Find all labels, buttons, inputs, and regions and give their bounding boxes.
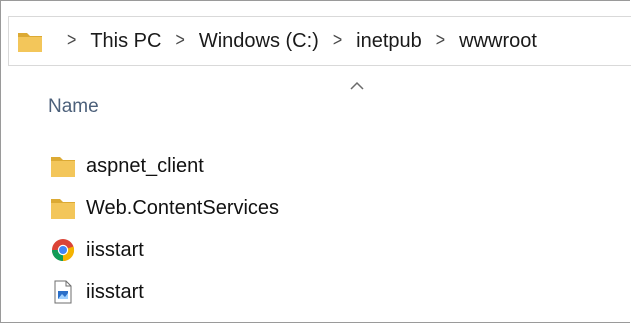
breadcrumb-windows-c[interactable]: Windows (C:) bbox=[199, 30, 319, 53]
list-item[interactable]: iisstart bbox=[50, 229, 279, 271]
file-name: aspnet_client bbox=[86, 154, 204, 177]
chrome-html-icon bbox=[51, 239, 75, 262]
chevron-right-icon[interactable]: > bbox=[67, 30, 76, 52]
file-name: iisstart bbox=[86, 238, 144, 261]
breadcrumb-this-pc[interactable]: This PC bbox=[90, 30, 161, 53]
chevron-right-icon[interactable]: > bbox=[333, 30, 342, 52]
breadcrumb-wwwroot[interactable]: wwwroot bbox=[459, 30, 537, 53]
image-file-icon bbox=[54, 280, 72, 304]
chevron-right-icon[interactable]: > bbox=[436, 30, 445, 52]
folder-icon bbox=[51, 199, 75, 219]
address-bar[interactable]: > This PC > Windows (C:) > inetpub > www… bbox=[8, 16, 631, 66]
column-header-name[interactable]: Name bbox=[48, 96, 99, 118]
breadcrumb-inetpub[interactable]: inetpub bbox=[356, 30, 422, 53]
list-item[interactable]: iisstart bbox=[50, 271, 279, 313]
folder-icon bbox=[18, 33, 42, 52]
folder-icon bbox=[51, 157, 75, 177]
file-name: Web.ContentServices bbox=[86, 196, 280, 219]
list-item[interactable]: aspnet_client bbox=[50, 145, 279, 187]
list-item[interactable]: Web.ContentServices bbox=[50, 187, 279, 229]
file-list: aspnet_client Web.ContentServices iissta… bbox=[50, 145, 279, 313]
chevron-right-icon[interactable]: > bbox=[175, 30, 184, 52]
sort-ascending-icon bbox=[350, 81, 364, 90]
file-name: iisstart bbox=[86, 280, 144, 303]
